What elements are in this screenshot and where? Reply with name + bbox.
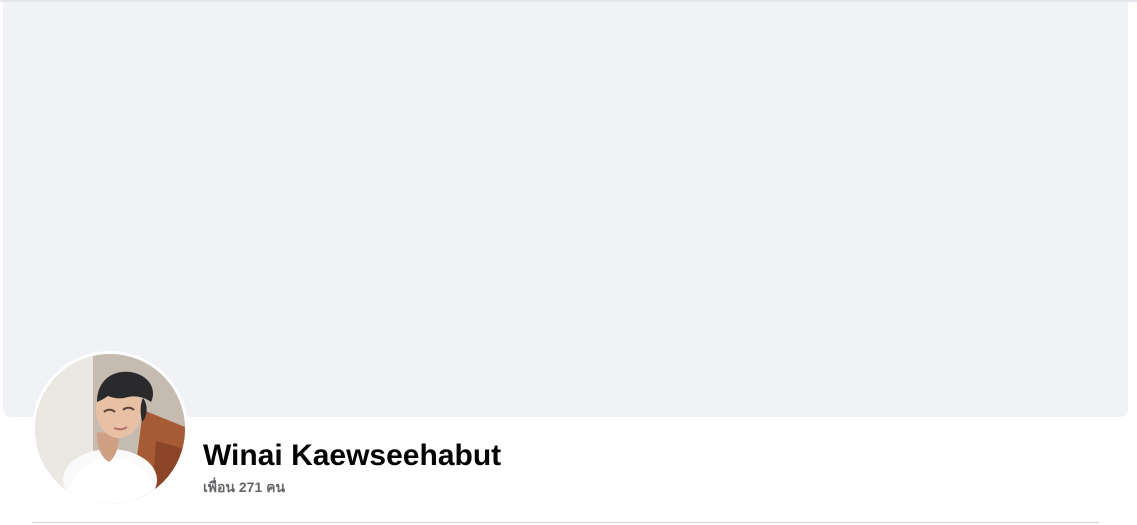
profile-header: Winai Kaewseehabut เพื่อน 271 คน [0,0,1137,525]
cover-photo[interactable] [3,2,1128,417]
profile-name: Winai Kaewseehabut [203,439,502,472]
profile-photo-image [35,354,185,504]
profile-divider [32,522,1099,523]
profile-picture-frame[interactable] [32,351,188,507]
friends-count-link[interactable]: เพื่อน 271 คน [203,478,285,496]
profile-picture[interactable] [35,354,185,504]
